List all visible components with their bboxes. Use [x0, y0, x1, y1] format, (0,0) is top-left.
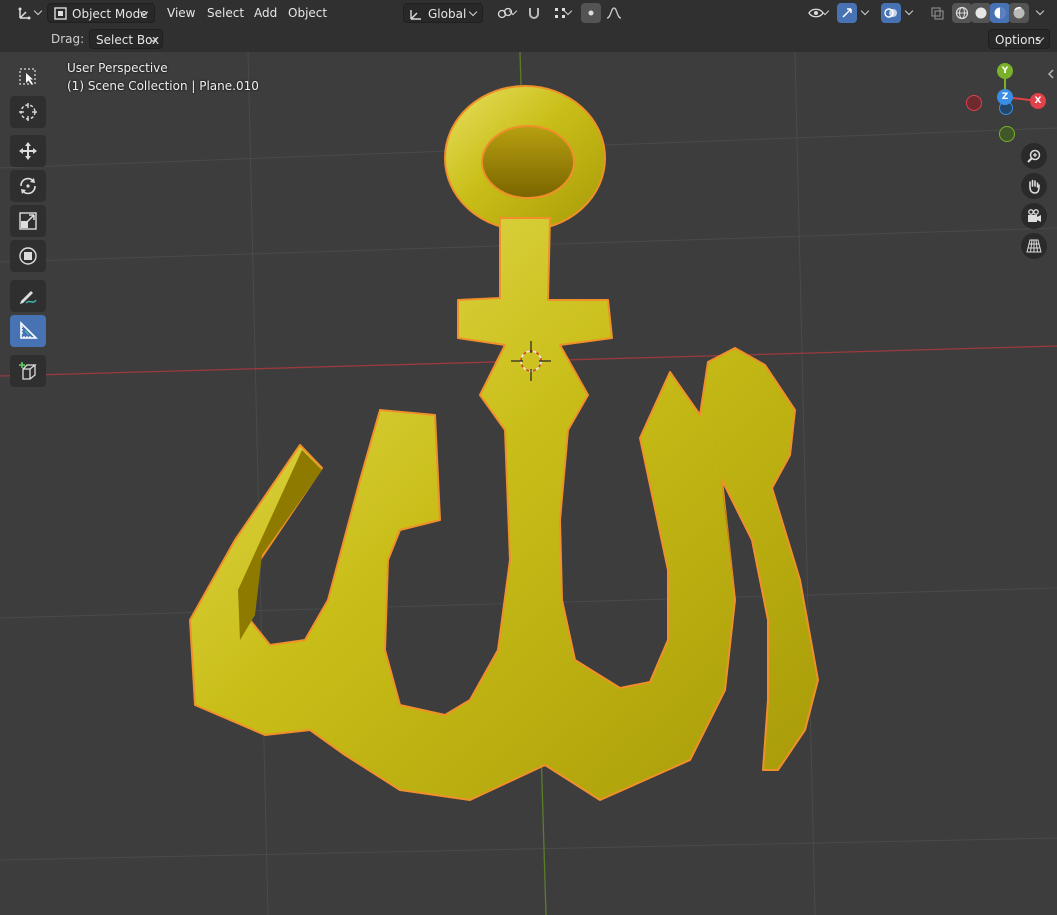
transform-orientation-icon: [410, 10, 421, 20]
measure-ruler-icon: [20, 321, 38, 339]
proportional-edit-icon: [588, 10, 594, 16]
pivot-point-button[interactable]: [490, 3, 520, 23]
tool-settings-bar: Drag: Select Box Options: [0, 26, 1057, 52]
scale-icon: [19, 212, 37, 230]
shading-dropdown[interactable]: [1031, 3, 1049, 23]
viewport-scene: [0, 52, 1057, 915]
menu-object[interactable]: Object: [284, 3, 331, 23]
wireframe-sphere-icon: [955, 6, 969, 20]
zoom-view-button[interactable]: [1021, 143, 1047, 169]
rotate-icon: [20, 177, 36, 195]
grid-perspective-icon: [1026, 239, 1042, 253]
material-sphere-icon: [994, 7, 1006, 19]
tool-scale[interactable]: [10, 205, 46, 237]
gizmo-icon: [842, 8, 852, 18]
gizmo-z-ball[interactable]: Z: [997, 89, 1013, 105]
axis-editor-icon: [18, 7, 31, 20]
perspective-label: User Perspective: [67, 61, 168, 75]
overlays-toggle[interactable]: [881, 3, 901, 23]
camera-view-button[interactable]: [1021, 203, 1047, 229]
xray-toggle[interactable]: [927, 3, 947, 23]
magnet-icon: [529, 8, 539, 19]
proportional-edit-toggle[interactable]: [581, 3, 601, 23]
gizmo-toggle[interactable]: [837, 3, 857, 23]
overlays-dropdown[interactable]: [901, 3, 917, 23]
options-label: Options: [995, 33, 1042, 47]
falloff-curve-icon: [606, 7, 622, 19]
overlays-icon: [884, 8, 897, 18]
drag-label: Drag:: [51, 32, 85, 46]
navigation-gizmo[interactable]: Y X Z: [960, 60, 1050, 150]
gizmo-y-ball[interactable]: Y: [997, 63, 1013, 79]
hand-icon: [1029, 179, 1040, 194]
annotate-pencil-icon: [20, 291, 37, 304]
scene-collection-label: (1) Scene Collection | Plane.010: [67, 79, 259, 93]
shading-solid-button[interactable]: [971, 3, 991, 23]
editor-type-button[interactable]: [8, 3, 43, 23]
shading-material-button[interactable]: [990, 3, 1010, 23]
rendered-sphere-icon: [1013, 6, 1025, 19]
move-icon: [19, 142, 37, 160]
zoom-magnifier-icon: [1027, 149, 1041, 163]
pendant-object: [189, 85, 819, 801]
3d-viewport[interactable]: [0, 52, 1057, 915]
cursor-tool-icon: [19, 103, 37, 121]
falloff-dropdown[interactable]: [603, 3, 625, 23]
pan-view-button[interactable]: [1021, 173, 1047, 199]
orthographic-toggle-button[interactable]: [1021, 233, 1047, 259]
add-cube-icon: [19, 362, 37, 380]
tool-measure[interactable]: [10, 315, 46, 347]
orientation-dropdown[interactable]: Global: [403, 3, 483, 23]
solid-sphere-icon: [975, 7, 987, 19]
chevron-left-icon: [1048, 69, 1054, 79]
shading-wireframe-button[interactable]: [952, 3, 972, 23]
menu-select[interactable]: Select: [203, 3, 248, 23]
snap-target-dropdown[interactable]: [545, 3, 575, 23]
menu-object-label: Object: [288, 6, 328, 20]
menu-view[interactable]: View: [163, 3, 199, 23]
snap-toggle[interactable]: [524, 3, 544, 23]
camera-icon: [1028, 209, 1041, 222]
object-mode-icon: [54, 7, 67, 20]
orientation-label: Global: [428, 7, 467, 21]
transform-icon: [19, 247, 37, 265]
gizmo-dropdown[interactable]: [857, 3, 873, 23]
sidebar-toggle[interactable]: [1046, 68, 1056, 80]
menu-add-label: Add: [254, 6, 278, 20]
xray-icon: [930, 6, 944, 20]
mode-dropdown[interactable]: Object Mode: [47, 3, 155, 23]
menu-view-label: View: [167, 6, 196, 20]
tool-transform[interactable]: [10, 240, 46, 272]
gizmo-neg-x-ball[interactable]: [966, 95, 982, 111]
gizmo-neg-y-ball[interactable]: [999, 126, 1015, 142]
tool-add-cube[interactable]: [10, 355, 46, 387]
drag-dropdown[interactable]: Select Box: [89, 29, 163, 49]
tool-move[interactable]: [10, 135, 46, 167]
select-box-icon: [19, 68, 36, 85]
tool-cursor[interactable]: [10, 96, 46, 128]
mode-label: Object Mode: [72, 7, 148, 21]
viewport-header: Object Mode View Select Add Object Globa…: [0, 0, 1057, 26]
tool-rotate[interactable]: [10, 170, 46, 202]
options-dropdown[interactable]: Options: [988, 29, 1050, 49]
gizmo-x-ball[interactable]: X: [1030, 93, 1046, 109]
tool-select-box[interactable]: [10, 61, 46, 93]
menu-select-label: Select: [207, 6, 245, 20]
visibility-dropdown[interactable]: [800, 3, 832, 23]
tool-annotate[interactable]: [10, 280, 46, 312]
shading-rendered-button[interactable]: [1009, 3, 1029, 23]
menu-add[interactable]: Add: [250, 3, 281, 23]
drag-value: Select Box: [96, 33, 160, 47]
